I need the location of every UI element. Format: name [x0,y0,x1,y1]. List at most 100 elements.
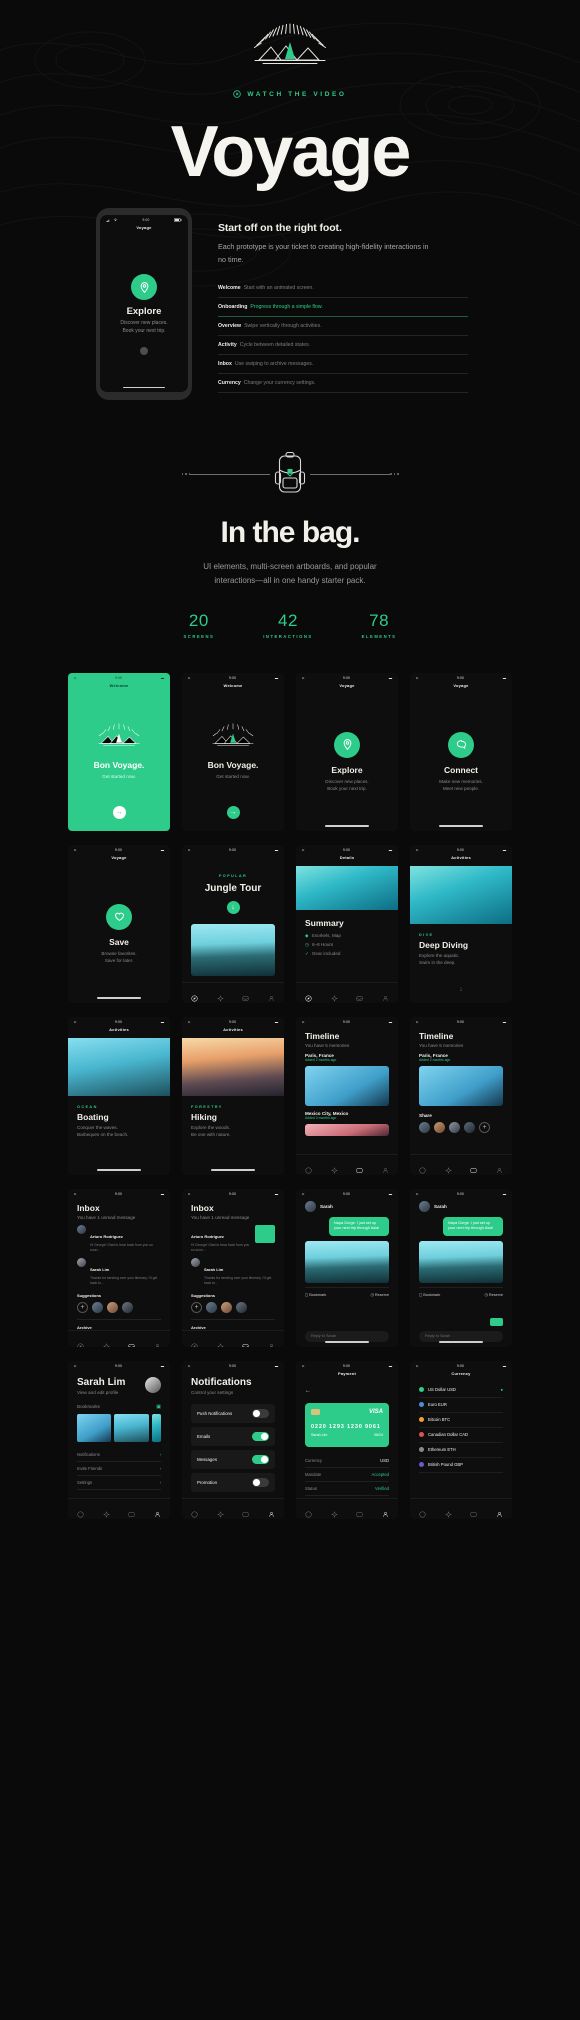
toggle-row[interactable]: Promotion [191,1472,275,1492]
tab-activities-icon[interactable] [330,989,338,1002]
avatar[interactable] [107,1302,118,1314]
card-welcome-green[interactable]: ▪▪ 9:00 ▬ Welcome Bon Voyage. Get started … [68,672,170,831]
add-contact-button[interactable]: + [191,1302,202,1314]
timeline-entry[interactable]: Paris, France Added 2 months ago [419,1053,503,1106]
tab-activities-icon[interactable] [330,1505,338,1518]
tab-inbox-icon[interactable] [356,1505,363,1517]
tab-explore-icon[interactable] [77,1505,84,1518]
tab-profile-icon[interactable] [154,1337,161,1347]
avatar[interactable] [221,1302,232,1314]
bookmark-icon[interactable]: ▣ [156,1404,161,1410]
message-row[interactable]: Arturo Rodriguez Hi George! Glad to hear… [77,1224,161,1253]
currency-row[interactable]: US Dollar USD ● [419,1383,503,1398]
card-details[interactable]: ▪▪ 9:00 ▬ Details Summary ◆ Snorkels, Map ◷… [296,844,398,1003]
tab-explore-icon[interactable] [305,989,312,1002]
next-button[interactable]: → [226,805,240,819]
card-welcome-dark[interactable]: ▪▪ 9:00 ▬ Welcome Bon Voyage. Get started … [182,672,284,831]
tab-explore-icon[interactable] [191,1337,198,1347]
tab-activities-icon[interactable] [216,989,224,1002]
tab-profile-icon[interactable] [382,1161,389,1173]
tab-profile-icon[interactable] [496,1505,503,1517]
tab-inbox-icon[interactable] [470,1161,477,1173]
avatar[interactable] [449,1121,460,1133]
back-button[interactable]: ← [305,1379,389,1397]
tab-explore-icon[interactable] [77,1337,84,1347]
message-row[interactable]: Sarah Lim Thanks for sending over your i… [77,1258,161,1286]
watch-video-link[interactable]: WATCH THE VIDEO [0,90,580,98]
tab-activities-icon[interactable] [216,1505,224,1518]
currency-row[interactable]: Canadian Dollar CAD [419,1428,503,1443]
card-timeline-share[interactable]: ▪▪ 9:00 ▬ Timeline You have 5 memories Par… [410,1016,512,1175]
tab-explore-icon[interactable] [191,1505,198,1518]
card-payment[interactable]: ▪▪ 9:00 ▬ Payment ← VISA 0220 1293 1230 90… [296,1360,398,1519]
card-chat-b[interactable]: ▪▪ 9:00 ▬ Sarah Napa Gorge. I just set up … [410,1188,512,1347]
tab-inbox-icon[interactable] [356,1161,363,1173]
settings-row[interactable]: Notifications › [77,1448,161,1462]
avatar[interactable] [419,1121,430,1133]
card-inbox-a[interactable]: ▪▪ 9:00 ▬ Inbox You have 1 unread message … [68,1188,170,1347]
avatar[interactable] [145,1376,161,1393]
currency-row[interactable]: Bitcoin BTC [419,1413,503,1428]
card-chat-a[interactable]: ▪▪ 9:00 ▬ Sarah Napa Gorge. I just set up … [296,1188,398,1347]
card-currency[interactable]: ▪▪ 9:00 ▬ Currency US Dollar USD ● Euro EUR… [410,1360,512,1519]
tab-profile-icon[interactable] [268,1337,275,1347]
feature-row[interactable]: Overview Swipe vertically through activit… [218,317,468,337]
avatar[interactable] [122,1302,133,1314]
reserve-action[interactable]: ◷ Reserve [484,1292,503,1297]
tab-inbox-icon[interactable] [356,989,363,1001]
bookmark-action[interactable]: ◻ Bookmark [419,1292,440,1297]
feature-row[interactable]: Welcome Start with an animated screen. [218,279,468,299]
currency-row[interactable]: Ethereum ETH [419,1443,503,1458]
tab-profile-icon[interactable] [382,989,389,1001]
bookmark-thumb[interactable] [114,1413,149,1442]
tab-explore-icon[interactable] [305,1161,312,1174]
avatar[interactable] [464,1121,475,1133]
tab-inbox-icon[interactable] [242,1505,249,1517]
tab-activities-icon[interactable] [444,1161,452,1174]
card-save[interactable]: ▪▪ 9:00 ▬ Voyage Save Browse favorites. Sav… [68,844,170,1003]
message-row-swiped[interactable]: Arturo Rodriguez Hi George! Glad to hear… [191,1224,275,1253]
feature-row[interactable]: Currency Change your currency settings. [218,374,468,394]
toggle-row[interactable]: Emails [191,1426,275,1446]
toggle-row[interactable]: Push Notifications [191,1403,275,1423]
tab-activities-icon[interactable] [330,1161,338,1174]
card-hiking[interactable]: ▪▪ 9:00 ▬ Activities FORESTRY Hiking Explo… [182,1016,284,1175]
tab-inbox-icon[interactable] [128,1337,135,1347]
card-explore[interactable]: ▪▪ 9:00 ▬ Voyage Explore Discover new plac… [296,672,398,831]
next-button[interactable]: → [112,805,126,819]
card-profile[interactable]: ▪▪ 9:00 ▬ Sarah Lim View and edit profile … [68,1360,170,1519]
card-deep-diving[interactable]: ▪▪ 9:00 ▬ Activities DIVE Deep Diving Expl… [410,844,512,1003]
settings-row[interactable]: Invite Friends › [77,1462,161,1476]
tab-inbox-icon[interactable] [242,1337,249,1347]
settings-row[interactable]: Settings › [77,1476,161,1490]
tab-explore-icon[interactable] [419,1505,426,1518]
card-boating[interactable]: ▪▪ 9:00 ▬ Activities OCEAN Boating Conquer… [68,1016,170,1175]
tab-inbox-icon[interactable] [242,989,249,1001]
tab-inbox-icon[interactable] [470,1505,477,1517]
chat-input[interactable]: Reply to Sarah [419,1330,503,1342]
messages-toggle[interactable] [252,1454,269,1464]
tab-profile-icon[interactable] [496,1161,503,1173]
avatar[interactable] [236,1302,247,1314]
tab-profile-icon[interactable] [268,989,275,1001]
tab-profile-icon[interactable] [382,1505,389,1517]
promotion-toggle[interactable] [252,1477,269,1487]
tab-activities-icon[interactable] [102,1505,110,1518]
card-inbox-b[interactable]: ▪▪ 9:00 ▬ Inbox You have 1 unread message … [182,1188,284,1347]
feature-row[interactable]: Activity Cycle between detailed states. [218,336,468,356]
tab-profile-icon[interactable] [268,1505,275,1517]
tab-activities-icon[interactable] [102,1337,110,1347]
toggle-row[interactable]: Messages [191,1449,275,1469]
tab-activities-icon[interactable] [444,1505,452,1518]
card-jungle-tour[interactable]: ▪▪ 9:00 ▬ POPULAR Jungle Tour ↓ [182,844,284,1003]
bookmark-thumb[interactable] [151,1413,161,1442]
bookmark-action[interactable]: ◻ Bookmark [305,1292,326,1297]
currency-row[interactable]: British Pound GBP [419,1458,503,1473]
timeline-entry[interactable]: Mexico City, Mexico Added 3 months ago [305,1111,389,1136]
tab-profile-icon[interactable] [154,1505,161,1517]
feature-row[interactable]: Onboarding Progress through a simple flow… [218,298,468,318]
chat-input[interactable]: Reply to Sarah [305,1330,389,1342]
tab-explore-icon[interactable] [191,989,198,1002]
scroll-down-button[interactable]: ↓ [226,900,240,914]
tab-inbox-icon[interactable] [128,1505,135,1517]
